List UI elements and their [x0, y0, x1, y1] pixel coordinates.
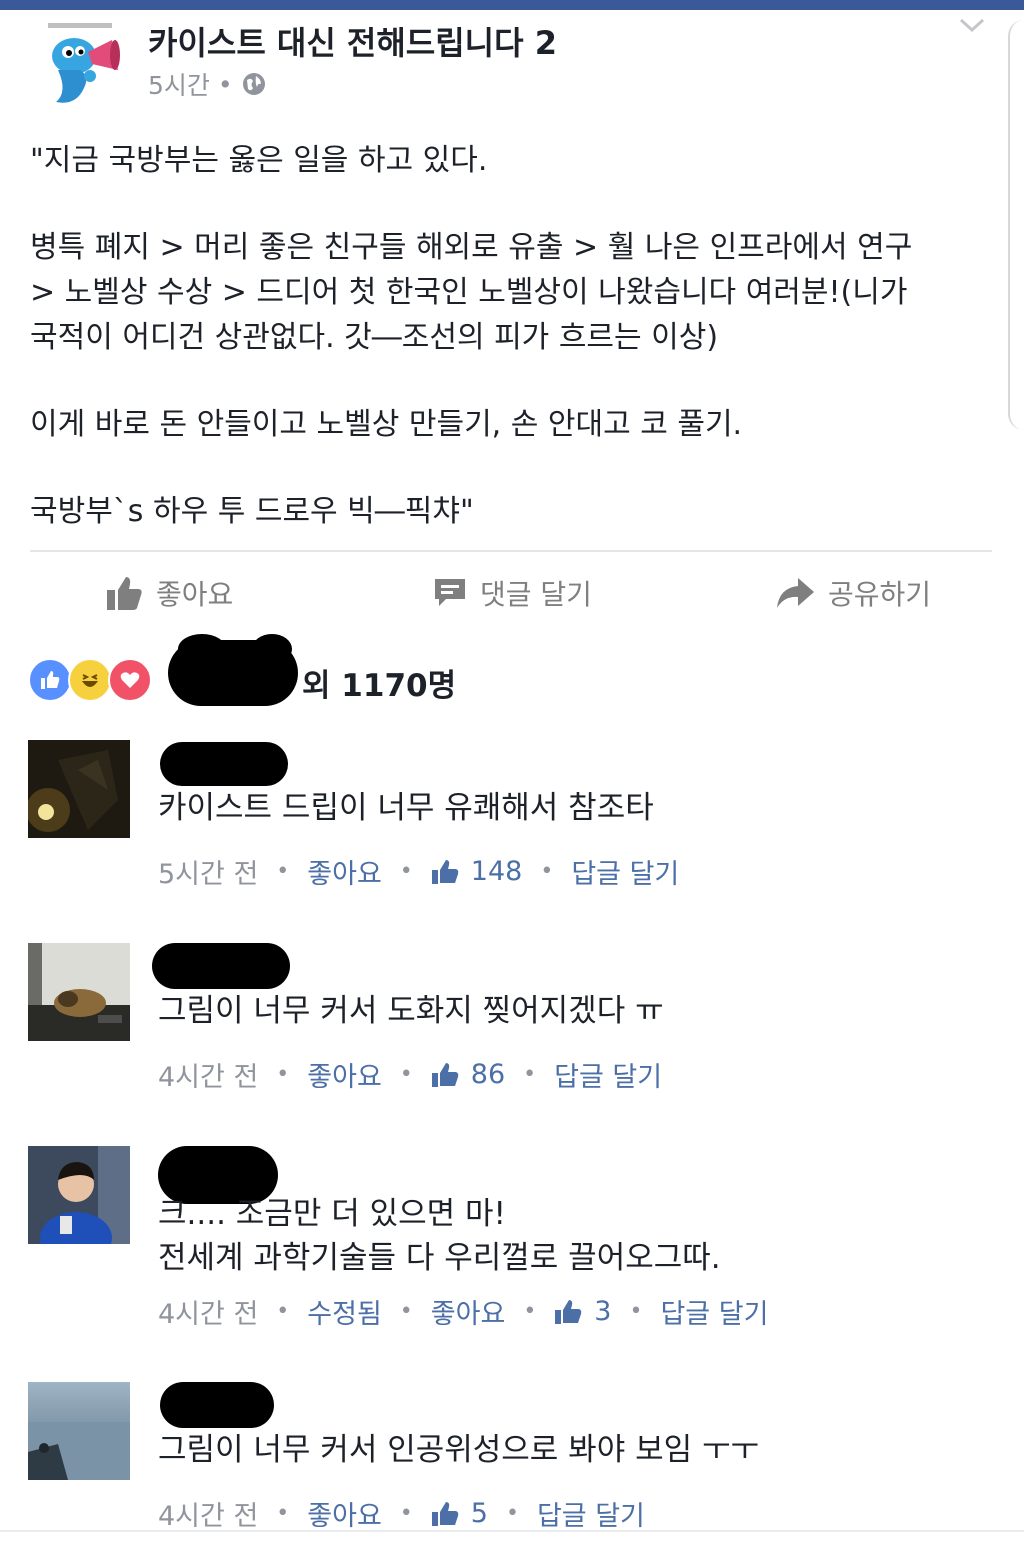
comment-line: 전세계 과학기술들 다 우리껄로 끌어오그따. — [158, 1240, 721, 1276]
comment-label: 댓글 달기 — [480, 578, 592, 611]
comment-time[interactable]: 4시간 전 — [158, 1292, 258, 1331]
like-count-value: 86 — [470, 1059, 506, 1090]
separator-dot: • — [399, 1062, 413, 1087]
reply-button[interactable]: 답글 달기 — [571, 852, 679, 891]
haha-icon — [68, 658, 112, 702]
comment-meta: 5시간 전 • 좋아요 • 148 • 답글 달기 — [158, 852, 679, 891]
like-count-value: 148 — [470, 856, 523, 887]
like-icon — [28, 658, 72, 702]
comment-like-count[interactable]: 3 — [554, 1296, 611, 1327]
globe-icon — [242, 73, 265, 95]
comment-text: 그림이 너무 커서 인공위성으로 봐야 보임 ㅜㅜ — [158, 1428, 759, 1472]
separator-dot: • — [523, 1299, 537, 1324]
scroll-edge — [1008, 20, 1024, 430]
redaction-mark — [160, 1382, 274, 1428]
comment-time[interactable]: 4시간 전 — [158, 1055, 258, 1094]
redaction-mark — [178, 634, 226, 664]
separator-dot: • — [276, 1062, 290, 1087]
reply-button[interactable]: 답글 달기 — [554, 1055, 662, 1094]
comment-icon — [435, 579, 465, 606]
separator-dot: • — [399, 1501, 413, 1526]
commenter-avatar[interactable] — [28, 943, 130, 1041]
redaction-mark — [252, 634, 292, 664]
separator-dot: • — [629, 1299, 643, 1324]
reply-button[interactable]: 답글 달기 — [660, 1292, 768, 1331]
post-body: "지금 국방부는 옳은 일을 하고 있다. 병특 폐지 > 머리 좋은 친구들 … — [30, 138, 990, 534]
separator-dot: • — [276, 1501, 290, 1526]
comment-like-button[interactable]: 좋아요 — [307, 852, 382, 891]
thumbs-up-icon — [431, 1501, 459, 1526]
page-title[interactable]: 카이스트 대신 전해드립니다 2 — [148, 18, 557, 64]
comment-text: 카이스트 드립이 너무 유쾌해서 참조타 — [158, 786, 654, 830]
post-line: > 노벨상 수상 > 드디어 첫 한국인 노벨상이 나왔습니다 여러분!(니가 — [30, 275, 908, 310]
like-label: 좋아요 — [156, 578, 234, 611]
comment-button[interactable]: 댓글 달기 — [432, 565, 1024, 621]
share-label: 공유하기 — [828, 578, 932, 611]
post-line: 국적이 어디건 상관없다. 갓―조선의 피가 흐르는 이상) — [30, 320, 719, 355]
comment-meta: 4시간 전 • 좋아요 • 5 • 답글 달기 — [158, 1494, 645, 1533]
comment-line: 그림이 너무 커서 인공위성으로 봐야 보임 ㅜㅜ — [158, 1432, 760, 1468]
like-count-value: 3 — [594, 1296, 612, 1327]
comment-time[interactable]: 4시간 전 — [158, 1494, 258, 1533]
post-actions: 좋아요 댓글 달기 공유하기 — [0, 565, 1024, 621]
separator-dot: • — [217, 69, 233, 99]
share-arrow-icon — [777, 578, 814, 608]
post-meta: 5시간 • — [148, 66, 267, 102]
post-line: 병특 폐지 > 머리 좋은 친구들 해외로 유출 > 훨 나은 인프라에서 연구 — [30, 230, 913, 265]
commenter-avatar[interactable] — [28, 1146, 130, 1244]
comment-text: 크.... 조금만 더 있으면 마! 전세계 과학기술들 다 우리껄로 끌어오그… — [158, 1192, 721, 1280]
comment-like-button[interactable]: 좋아요 — [431, 1292, 506, 1331]
mascot-megaphone-icon — [42, 20, 122, 103]
like-button[interactable]: 좋아요 — [104, 565, 233, 621]
commenter-avatar[interactable] — [28, 1382, 130, 1480]
chevron-down-icon[interactable] — [958, 14, 986, 36]
comment-like-count[interactable]: 5 — [431, 1498, 488, 1529]
thumbs-up-icon — [555, 1299, 582, 1324]
separator-dot: • — [505, 1501, 519, 1526]
comment-line: 그림이 너무 커서 도화지 찢어지겠다 ㅠ — [158, 993, 664, 1029]
divider — [0, 1530, 1024, 1532]
separator-dot: • — [399, 1299, 413, 1324]
separator-dot: • — [399, 859, 413, 884]
comment-line: 카이스트 드립이 너무 유쾌해서 참조타 — [158, 790, 654, 826]
thumbs-up-icon — [431, 1062, 459, 1087]
page-avatar[interactable] — [28, 14, 130, 112]
separator-dot: • — [276, 859, 290, 884]
divider — [30, 550, 992, 552]
comment-meta: 4시간 전 • 좋아요 • 86 • 답글 달기 — [158, 1055, 662, 1094]
comment-time[interactable]: 5시간 전 — [158, 852, 258, 891]
reply-button[interactable]: 답글 달기 — [537, 1494, 645, 1533]
comment-like-count[interactable]: 148 — [431, 856, 523, 887]
post-line: "지금 국방부는 옳은 일을 하고 있다. — [30, 143, 488, 178]
reactions-summary[interactable] — [28, 650, 152, 710]
like-count-value: 5 — [470, 1498, 488, 1529]
comment-meta: 4시간 전 • 수정됨 • 좋아요 • 3 • 답글 달기 — [158, 1292, 768, 1331]
edited-label[interactable]: 수정됨 — [307, 1292, 382, 1331]
separator-dot: • — [276, 1299, 290, 1324]
redaction-mark — [160, 742, 288, 786]
comment-line: 크.... 조금만 더 있으면 마! — [158, 1196, 506, 1232]
commenter-avatar[interactable] — [28, 740, 130, 838]
comment-text: 그림이 너무 커서 도화지 찢어지겠다 ㅠ — [158, 989, 664, 1033]
comment-like-button[interactable]: 좋아요 — [307, 1494, 382, 1533]
top-bar — [0, 0, 1024, 10]
love-icon — [108, 658, 152, 702]
separator-dot: • — [523, 1062, 537, 1087]
post-line: 이게 바로 돈 안들이고 노벨상 만들기, 손 안대고 코 풀기. — [30, 407, 743, 442]
post-time[interactable]: 5시간 — [148, 66, 210, 102]
thumbs-up-icon — [107, 577, 142, 610]
comment-like-button[interactable]: 좋아요 — [307, 1055, 382, 1094]
thumbs-up-icon — [431, 859, 459, 884]
share-button[interactable]: 공유하기 — [774, 565, 931, 621]
reaction-count[interactable]: 외 1170명 — [302, 660, 456, 705]
comment-like-count[interactable]: 86 — [431, 1059, 505, 1090]
post-line: 국방부`s 하우 투 드로우 빅―픽챠" — [30, 494, 474, 529]
redaction-mark — [152, 943, 290, 989]
separator-dot: • — [540, 859, 554, 884]
